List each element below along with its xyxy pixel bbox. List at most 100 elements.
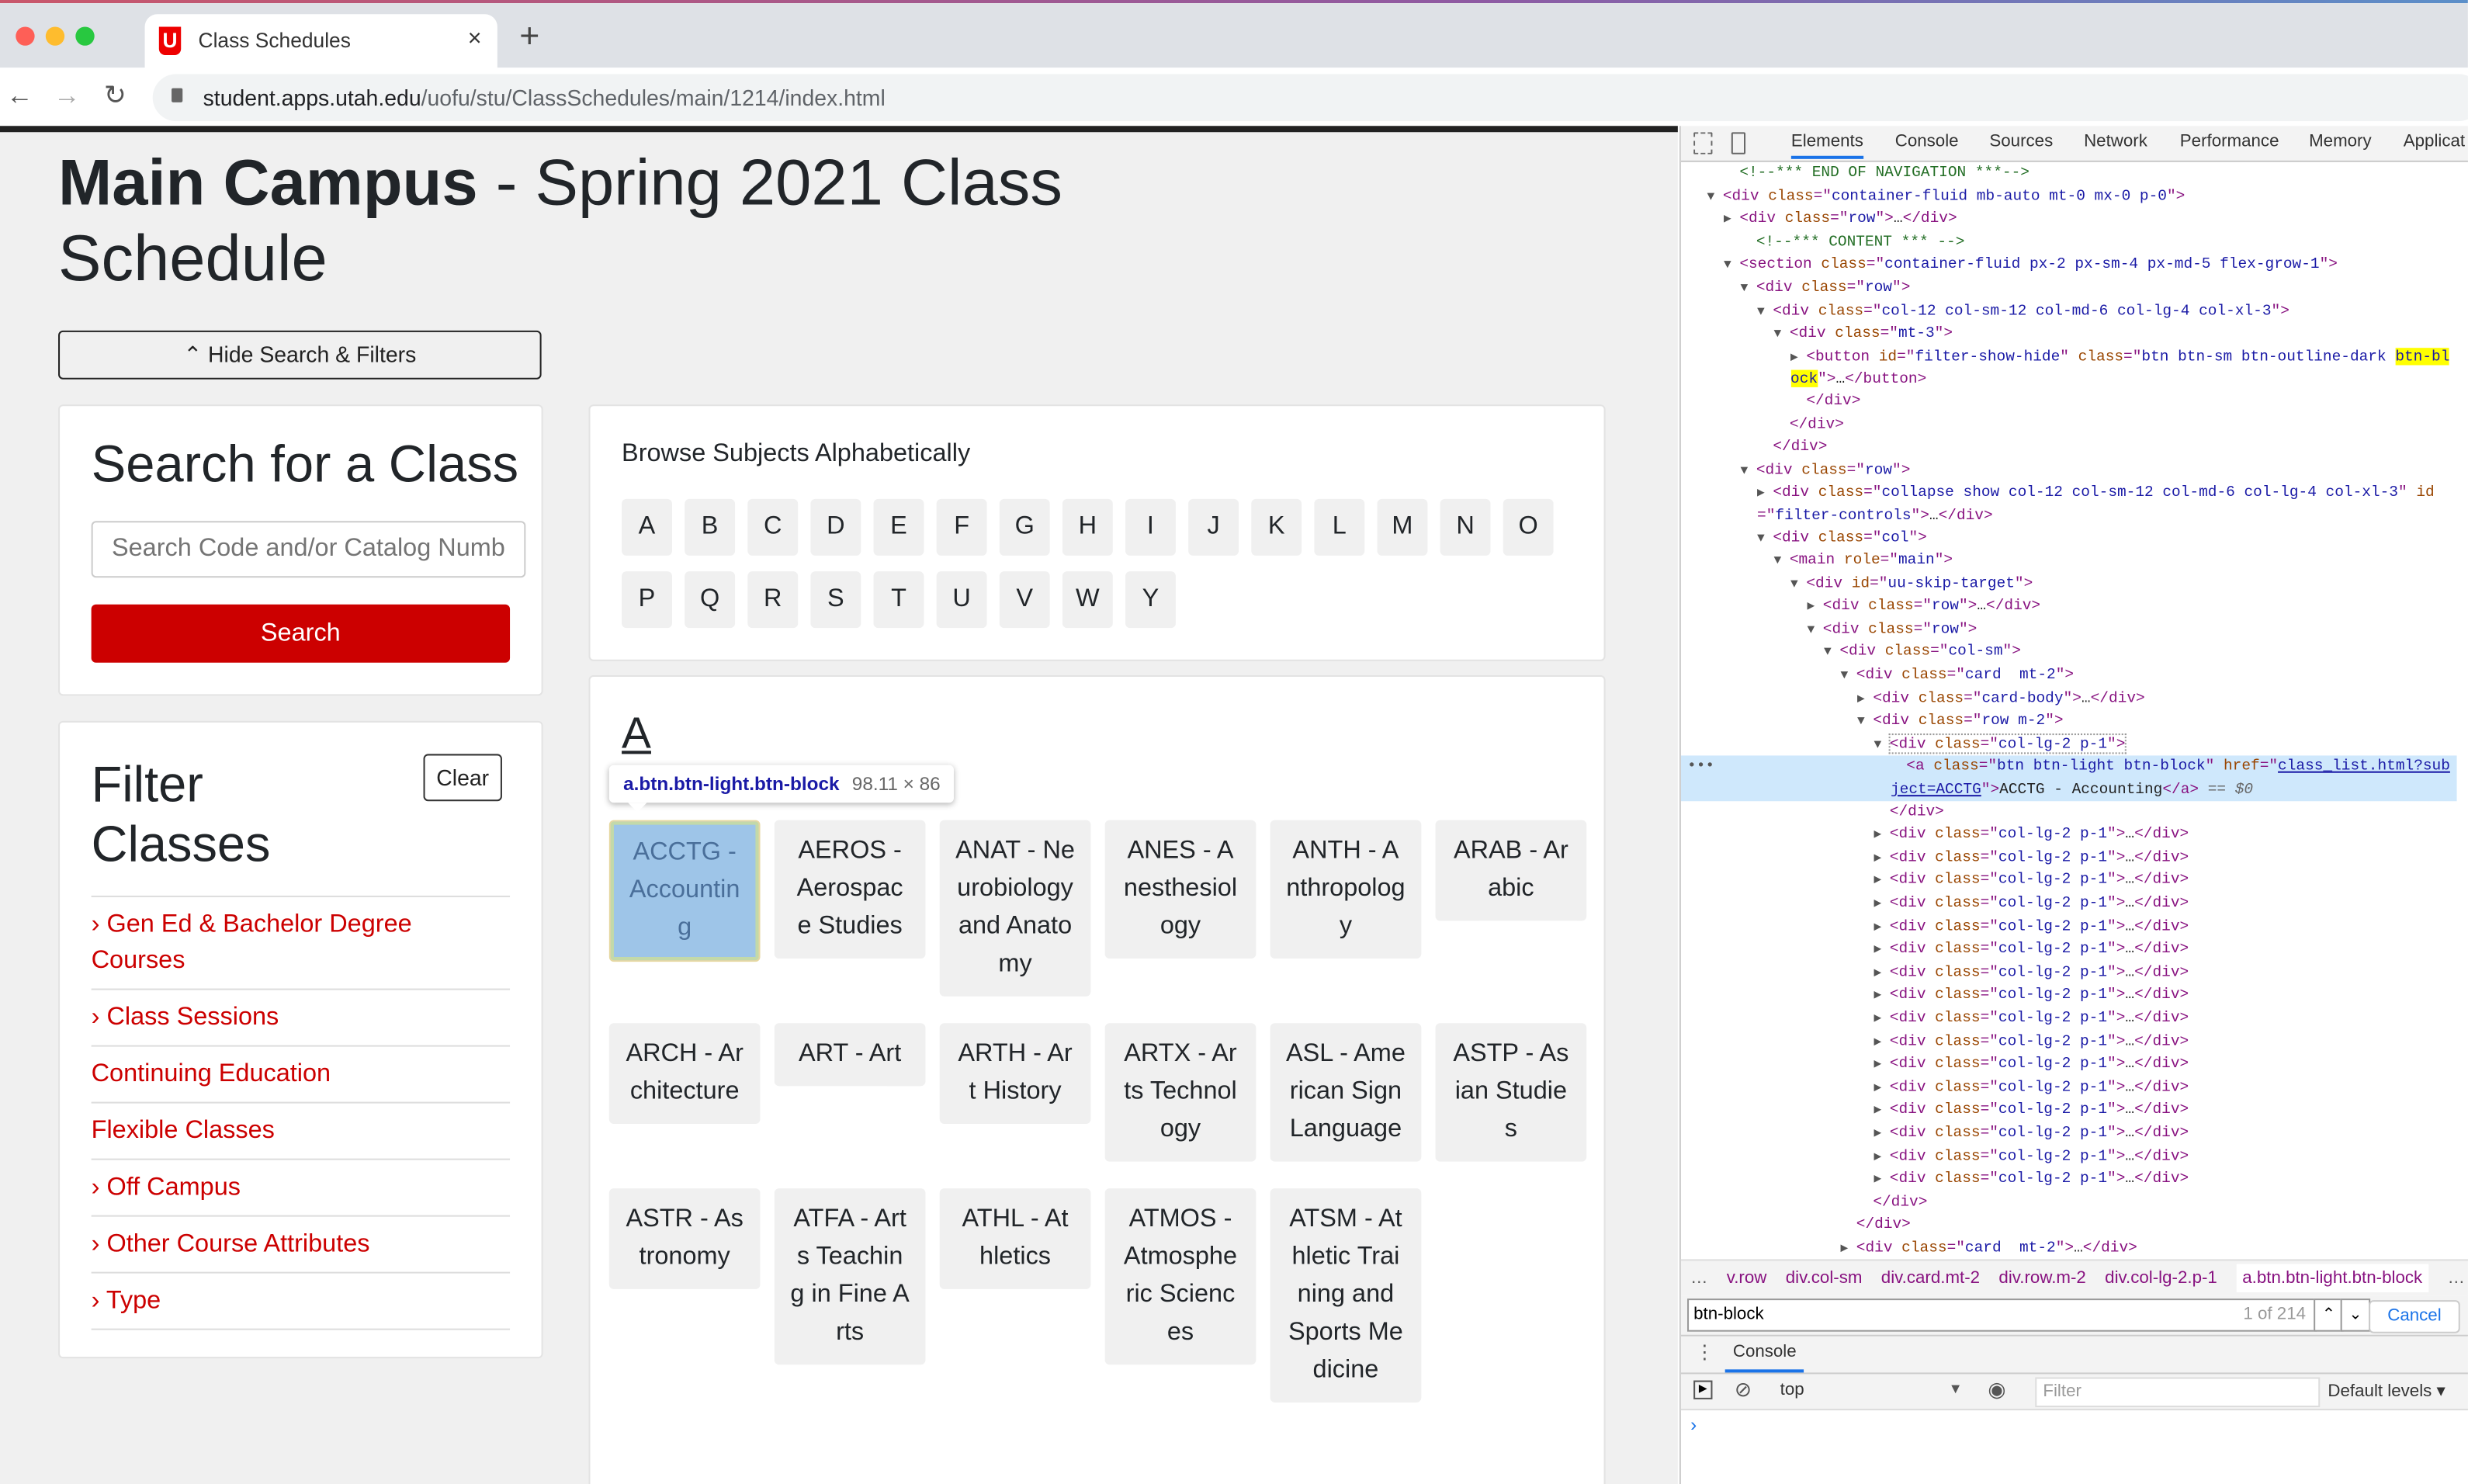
console-filter-input[interactable]: Filter — [2035, 1377, 2321, 1408]
dom-node-line[interactable]: </div> — [1681, 436, 2457, 459]
dom-node-line[interactable]: ▶ <div class="collapse show col-12 col-sm… — [1681, 482, 2457, 526]
letter-button[interactable]: U — [936, 571, 987, 629]
elements-tree[interactable]: <!--*** END OF NAVIGATION ***--> ▼ <div cl… — [1680, 162, 2457, 1264]
dom-node-line[interactable]: ▼ <div class="col-sm"> — [1681, 641, 2457, 664]
devtools-tab[interactable]: Sources — [1989, 132, 2053, 151]
filter-item[interactable]: Continuing Education — [91, 1045, 511, 1102]
console-prompt[interactable]: › — [1690, 1413, 1697, 1435]
find-next-button[interactable]: ⌄ — [2340, 1298, 2371, 1332]
expanded-arrow-icon[interactable]: ▼ — [1757, 301, 1773, 323]
search-input[interactable] — [91, 521, 526, 578]
dom-node-line[interactable]: ▼ <div id="uu-skip-target"> — [1681, 573, 2457, 596]
dom-node-line[interactable]: </div> — [1681, 1191, 2457, 1215]
eye-icon[interactable]: ◉ — [1988, 1378, 2005, 1403]
drawer-tab-console[interactable]: Console — [1724, 1337, 1804, 1373]
subject-button[interactable]: ARCH - Architecture — [608, 1023, 761, 1124]
letter-button[interactable]: C — [747, 498, 799, 556]
dom-node-line[interactable]: ▼ <div class="col-lg-2 p-1"> — [1681, 733, 2457, 757]
dom-node-line[interactable]: <!--*** CONTENT *** --> — [1681, 231, 2457, 255]
expanded-arrow-icon[interactable]: ▼ — [1741, 461, 1756, 483]
letter-button[interactable]: Q — [685, 571, 736, 629]
reload-icon[interactable]: ↻ — [104, 80, 127, 112]
collapsed-arrow-icon[interactable]: ▶ — [1874, 1146, 1890, 1168]
expanded-arrow-icon[interactable]: ▼ — [1874, 735, 1890, 757]
collapsed-arrow-icon[interactable]: ▶ — [1874, 940, 1890, 962]
devtools-tab[interactable]: Console — [1895, 132, 1959, 151]
dom-node-line[interactable]: ▶ <div class="col-lg-2 p-1">…</div> — [1681, 893, 2457, 916]
letter-button[interactable]: K — [1251, 498, 1302, 556]
dom-node-line[interactable]: ▶ <div class="card-body">…</div> — [1681, 688, 2457, 711]
breadcrumb-item[interactable]: div.row.m-2 — [1998, 1269, 2085, 1288]
letter-button[interactable]: I — [1125, 498, 1176, 556]
dom-node-line[interactable]: ▶ <div class="col-lg-2 p-1">…</div> — [1681, 938, 2457, 962]
expanded-arrow-icon[interactable]: ▼ — [1741, 279, 1756, 300]
collapsed-arrow-icon[interactable]: ▶ — [1874, 1009, 1890, 1031]
chevron-down-icon[interactable]: ▼ — [1949, 1381, 1963, 1396]
subject-button[interactable]: ARTH - Art History — [939, 1023, 1091, 1124]
context-selector[interactable]: top — [1780, 1381, 1804, 1399]
letter-button[interactable]: J — [1188, 498, 1239, 556]
dom-node-line[interactable]: </div> — [1681, 1214, 2457, 1237]
address-bar[interactable]: student.apps.utah.edu/uofu/stu/ClassSche… — [152, 74, 2468, 122]
log-levels-dropdown[interactable]: Default levels ▾ — [2328, 1381, 2445, 1401]
expanded-arrow-icon[interactable]: ▼ — [1841, 666, 1856, 688]
collapsed-arrow-icon[interactable]: ▶ — [1841, 1239, 1856, 1260]
collapsed-arrow-icon[interactable]: ▶ — [1874, 1124, 1890, 1146]
dom-node-line[interactable]: ▼ <div class="row"> — [1681, 459, 2457, 483]
dom-node-line[interactable]: </div> — [1681, 800, 2457, 823]
maximize-window-button[interactable] — [75, 26, 95, 46]
letter-button[interactable]: S — [810, 571, 861, 629]
subject-button[interactable]: ANAT - Neurobiology and Anatomy — [939, 820, 1091, 997]
letter-button[interactable]: V — [999, 571, 1050, 629]
collapsed-arrow-icon[interactable]: ▶ — [1857, 689, 1873, 711]
expanded-arrow-icon[interactable]: ▼ — [1757, 528, 1773, 550]
collapsed-arrow-icon[interactable]: ▶ — [1874, 1170, 1890, 1191]
collapsed-arrow-icon[interactable]: ▶ — [1874, 1032, 1890, 1053]
collapsed-arrow-icon[interactable]: ▶ — [1874, 917, 1890, 939]
dom-node-line[interactable]: <!--*** END OF NAVIGATION ***--> — [1681, 162, 2457, 186]
devtools-tab[interactable]: Network — [2084, 132, 2147, 151]
letter-button[interactable]: F — [936, 498, 987, 556]
forward-icon[interactable]: → — [54, 80, 80, 112]
collapsed-arrow-icon[interactable]: ▶ — [1874, 1078, 1890, 1100]
subject-button[interactable]: ANTH - Anthropology — [1270, 820, 1422, 959]
collapsed-arrow-icon[interactable]: ▶ — [1724, 210, 1739, 231]
expanded-arrow-icon[interactable]: ▼ — [1774, 551, 1790, 573]
minimize-window-button[interactable] — [45, 26, 65, 46]
breadcrumb-item[interactable]: a.btn.btn-light.btn-block — [2236, 1264, 2429, 1292]
sidebar-toggle-icon[interactable]: ▶ — [1693, 1380, 1713, 1399]
dom-node-line[interactable]: ▶ <div class="col-lg-2 p-1">…</div> — [1681, 915, 2457, 938]
collapsed-arrow-icon[interactable]: ▶ — [1874, 1101, 1890, 1122]
letter-button[interactable]: N — [1440, 498, 1491, 556]
dom-node-line[interactable]: </div> — [1681, 390, 2457, 414]
subject-button[interactable]: ASTR - Astronomy — [608, 1188, 761, 1289]
devtools-tab[interactable]: Elements — [1790, 132, 1863, 159]
collapsed-arrow-icon[interactable]: ▶ — [1808, 597, 1823, 619]
inspect-element-icon[interactable] — [1693, 132, 1713, 154]
letter-button[interactable]: E — [873, 498, 924, 556]
new-tab-button[interactable]: + — [519, 18, 539, 54]
dom-node-line[interactable]: ▼ <div class="row"> — [1681, 619, 2457, 642]
collapsed-arrow-icon[interactable]: ▶ — [1757, 484, 1773, 505]
dom-node-line[interactable]: ▼ <div class="container-fluid mb-auto mt-… — [1681, 185, 2457, 208]
breadcrumb-item[interactable]: div.card.mt-2 — [1881, 1269, 1980, 1288]
subject-button[interactable]: ACCTG - Accounting — [608, 820, 761, 962]
letter-button[interactable]: R — [747, 571, 799, 629]
dom-node-line[interactable]: ▶ <div class="col-lg-2 p-1">…</div> — [1681, 1168, 2457, 1191]
letter-button[interactable]: O — [1503, 498, 1554, 556]
dom-node-line[interactable]: ▶ <div class="col-lg-2 p-1">…</div> — [1681, 847, 2457, 870]
device-toolbar-icon[interactable] — [1731, 132, 1746, 154]
close-window-button[interactable] — [16, 26, 35, 46]
clear-console-icon[interactable]: ⊘ — [1735, 1378, 1752, 1403]
devtools-tab[interactable]: Memory — [2309, 132, 2372, 151]
letter-button[interactable]: B — [685, 498, 736, 556]
subject-button[interactable]: ARAB - Arabic — [1435, 820, 1587, 921]
close-tab-icon[interactable]: × — [468, 25, 482, 51]
expanded-arrow-icon[interactable]: ▼ — [1724, 255, 1739, 277]
dom-node-line[interactable]: ▶<div class="card mt-2">…</div> — [1681, 1237, 2457, 1260]
dom-node-line[interactable]: ▼ <div class="card mt-2"> — [1681, 664, 2457, 688]
collapsed-arrow-icon[interactable]: ▶ — [1874, 986, 1890, 1007]
filter-item[interactable]: › Class Sessions — [91, 988, 511, 1045]
filter-item[interactable]: › Type — [91, 1271, 511, 1330]
letter-button[interactable]: D — [810, 498, 861, 556]
